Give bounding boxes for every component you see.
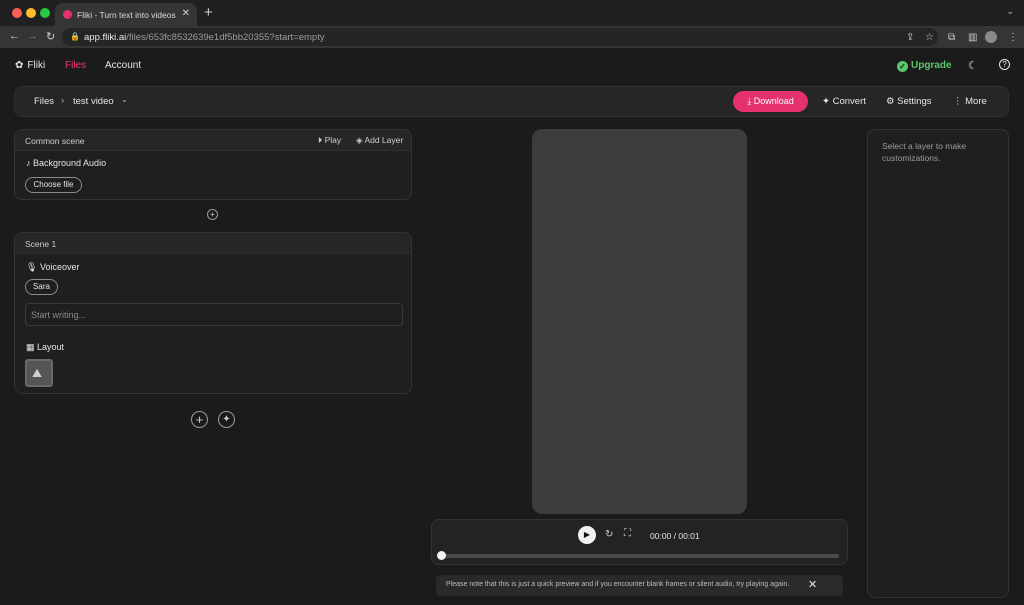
file-menu-chevron-icon[interactable]: ⌄ <box>121 95 128 104</box>
gear-icon: ⚙ <box>886 96 898 107</box>
customization-panel: Select a layer to make customizations. <box>867 129 1009 598</box>
dark-mode-moon-icon[interactable]: ☾ <box>968 59 978 72</box>
breadcrumb-files[interactable]: Files <box>34 96 54 107</box>
layout-row: ▦ Layout <box>26 342 64 353</box>
share-icon[interactable]: ⇪ <box>906 32 914 43</box>
settings-label: Settings <box>897 96 932 107</box>
scene-1-title: Scene 1 <box>25 239 57 249</box>
play-circle-icon: ⏵ <box>318 135 325 145</box>
help-question-icon[interactable]: ? <box>999 59 1010 70</box>
file-toolbar: Files › test video ⌄ ⤓ Download ✦ Conver… <box>14 86 1009 117</box>
brand-link[interactable]: ✿ Fliki <box>15 60 45 71</box>
seek-track[interactable] <box>441 554 839 558</box>
choose-file-button[interactable]: Choose file <box>25 177 82 193</box>
play-scene-button[interactable]: ⏵ Play <box>318 135 341 146</box>
lock-icon: 🔒 <box>70 32 80 41</box>
sidebar-icon[interactable]: ▥ <box>968 32 977 43</box>
close-tab-icon[interactable]: ✕ <box>182 8 190 19</box>
close-window-dot[interactable] <box>12 8 22 18</box>
insert-scene-plus-icon[interactable]: + <box>207 209 218 220</box>
extensions-puzzle-icon[interactable]: ⧉ <box>948 32 955 43</box>
video-player-controls: ▶ ↻ ⛶ 00:00 / 00:01 <box>431 519 848 565</box>
video-preview-canvas <box>532 129 747 514</box>
preview-notice: Please note that this is just a quick pr… <box>436 575 843 596</box>
image-icon: ⛰ <box>32 366 43 380</box>
add-scene-plus-icon[interactable]: + <box>191 411 208 428</box>
replay-icon[interactable]: ↻ <box>605 529 613 540</box>
reload-icon[interactable]: ↻ <box>46 30 55 43</box>
microphone-icon: 🎙︎ <box>26 262 40 272</box>
voiceover-label: Voiceover <box>39 262 80 272</box>
maximize-window-dot[interactable] <box>40 8 50 18</box>
settings-button[interactable]: ⚙ Settings <box>886 96 931 107</box>
upgrade-label: Upgrade <box>911 60 952 71</box>
breadcrumb-separator: › <box>61 95 65 106</box>
new-tab-icon[interactable]: + <box>204 4 213 21</box>
convert-label: Convert <box>832 96 866 107</box>
browser-tab-strip: Fliki - Turn text into videos wi ✕ + ⌄ <box>0 0 1024 26</box>
fliki-logo-icon: ✿ <box>15 60 24 71</box>
nav-account[interactable]: Account <box>105 60 141 71</box>
scene-1-header: Scene 1 <box>15 233 411 254</box>
play-button[interactable]: ▶ <box>578 526 596 544</box>
more-dots-icon: ⋮ <box>953 96 966 107</box>
seek-thumb[interactable] <box>437 551 446 560</box>
common-scene-header: Common scene ⏵ Play ◈ Add Layer <box>15 130 411 151</box>
url-text: app.fliki.ai/files/653fc8532639e1df5bb20… <box>84 32 325 43</box>
back-arrow-icon[interactable]: ← <box>9 30 20 42</box>
time-readout: 00:00 / 00:01 <box>650 531 700 541</box>
customization-hint: Select a layer to make customizations. <box>882 141 967 163</box>
download-button[interactable]: ⤓ Download <box>733 91 808 112</box>
minimize-window-dot[interactable] <box>26 8 36 18</box>
top-nav: ✿ Fliki Files Account ✓ Upgrade ☾ ? <box>0 48 1024 84</box>
script-input[interactable]: Start writing... <box>25 303 403 326</box>
address-bar[interactable]: 🔒 app.fliki.ai/files/653fc8532639e1df5bb… <box>62 28 938 46</box>
sparkle-icon: ✦ <box>822 96 833 107</box>
tab-list-chevron-icon[interactable]: ⌄ <box>1006 6 1014 17</box>
music-note-icon: ♪ <box>26 158 34 168</box>
common-scene-title: Common scene <box>25 136 85 146</box>
ai-add-scene-sparkle-icon[interactable]: ✦ <box>218 411 235 428</box>
close-notice-icon[interactable]: ✕ <box>808 578 817 591</box>
script-placeholder: Start writing... <box>31 310 87 320</box>
browser-toolbar: ← → ↻ 🔒 app.fliki.ai/files/653fc8532639e… <box>0 26 1024 48</box>
more-label: More <box>965 96 987 107</box>
more-button[interactable]: ⋮ More <box>953 96 987 107</box>
app-root: ✿ Fliki Files Account ✓ Upgrade ☾ ? Files … <box>0 48 1024 605</box>
layout-label: Layout <box>37 342 65 352</box>
notice-text: Please note that this is just a quick pr… <box>446 581 790 588</box>
common-scene-card: Common scene ⏵ Play ◈ Add Layer ♪ Backgr… <box>14 129 412 200</box>
voiceover-row: 🎙︎ Voiceover <box>26 262 79 273</box>
add-layer-label: Add Layer <box>364 135 404 145</box>
browser-tab[interactable]: Fliki - Turn text into videos wi ✕ <box>55 3 197 26</box>
browser-menu-icon[interactable]: ⋮ <box>1008 32 1018 43</box>
layout-grid-icon: ▦ <box>26 342 38 352</box>
add-layer-button[interactable]: ◈ Add Layer <box>356 135 403 146</box>
upgrade-link[interactable]: ✓ Upgrade <box>897 60 952 72</box>
nav-files[interactable]: Files <box>65 60 86 71</box>
fliki-favicon-icon <box>63 10 72 19</box>
tab-title: Fliki - Turn text into videos wi <box>77 10 177 20</box>
file-name[interactable]: test video <box>73 96 114 107</box>
voice-chip[interactable]: Sara <box>25 279 58 295</box>
background-audio-row: ♪ Background Audio <box>26 158 106 168</box>
scene-1-card: Scene 1 🎙︎ Voiceover Sara Start writing.… <box>14 232 412 394</box>
play-label: Play <box>324 135 342 145</box>
profile-avatar[interactable] <box>985 31 997 43</box>
download-label: Download <box>753 96 794 106</box>
forward-arrow-icon[interactable]: → <box>27 30 38 42</box>
background-audio-label: Background Audio <box>33 158 107 168</box>
layout-thumbnail[interactable]: ⛰ <box>25 359 53 387</box>
brand-label: Fliki <box>27 60 46 71</box>
fullscreen-icon[interactable]: ⛶ <box>624 528 631 539</box>
check-circle-icon: ✓ <box>897 61 908 72</box>
bookmark-star-icon[interactable]: ☆ <box>925 32 934 43</box>
convert-button[interactable]: ✦ Convert <box>822 96 866 107</box>
